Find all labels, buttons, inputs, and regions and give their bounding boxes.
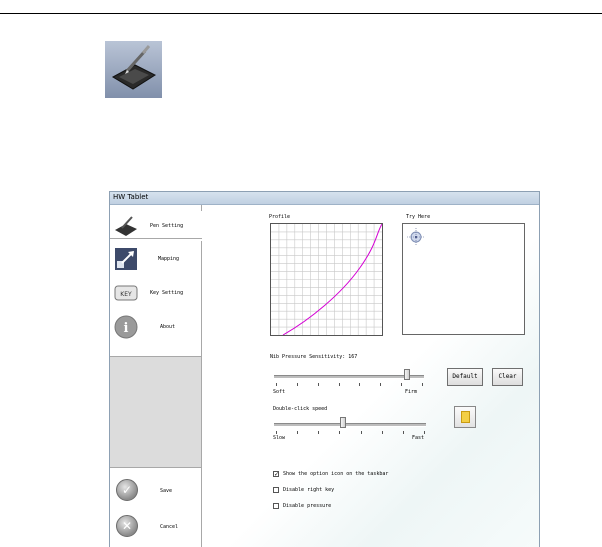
svg-text:i: i xyxy=(124,321,129,336)
tablet-app-icon[interactable] xyxy=(105,41,162,98)
sidebar-item-about[interactable]: i About xyxy=(110,312,202,342)
double-click-max-label: Fast xyxy=(412,435,425,441)
hw-tablet-window: HW Tablet Pen Setting Mapping KEY Key Se… xyxy=(109,191,540,547)
folder-icon xyxy=(461,411,470,423)
window-titlebar: HW Tablet xyxy=(110,192,539,205)
slider-tick xyxy=(276,383,277,386)
slider-tick xyxy=(276,431,277,434)
slider-tick xyxy=(360,431,362,434)
slider-tick xyxy=(422,383,423,386)
double-click-slider-track[interactable] xyxy=(274,423,426,427)
sidebar-item-label: Key Setting xyxy=(150,290,184,296)
slider-tick xyxy=(297,431,299,434)
slider-tick xyxy=(402,431,404,434)
svg-text:KEY: KEY xyxy=(120,291,132,298)
sidebar-divider xyxy=(110,238,202,239)
window-title: HW Tablet xyxy=(113,193,149,201)
checkbox-label: Disable pressure xyxy=(283,503,332,509)
sidebar-item-label: About xyxy=(160,324,176,330)
slider-tick xyxy=(317,383,319,386)
slider-tick xyxy=(359,383,361,386)
default-button[interactable]: Default xyxy=(447,368,483,386)
pressure-sensitivity-label: Nib Pressure Sensitivity: 167 xyxy=(270,354,358,360)
clear-button[interactable]: Clear xyxy=(492,368,523,386)
sidebar-empty-panel xyxy=(110,356,201,468)
slider-tick xyxy=(338,383,340,386)
key-icon: KEY xyxy=(114,281,138,305)
mapping-icon xyxy=(114,247,138,271)
pressure-profile-graph xyxy=(270,223,383,336)
cancel-button[interactable]: ✕ Cancel xyxy=(116,515,208,539)
slider-tick xyxy=(296,383,298,386)
checkbox-box[interactable] xyxy=(273,503,279,509)
sidebar: Pen Setting Mapping KEY Key Setting i Ab… xyxy=(110,205,204,547)
profile-label: Profile xyxy=(269,214,291,220)
pressure-min-label: Soft xyxy=(273,389,286,395)
profile-grid xyxy=(271,224,382,335)
show-taskbar-icon-checkbox[interactable]: ✓ Show the option icon on the taskbar xyxy=(273,471,453,479)
slider-tick xyxy=(401,383,403,386)
double-click-slider-thumb[interactable] xyxy=(339,417,346,428)
top-divider xyxy=(0,13,602,14)
slider-tick xyxy=(381,431,383,434)
save-label: Save xyxy=(160,488,173,494)
sidebar-item-key-setting[interactable]: KEY Key Setting xyxy=(110,278,202,308)
pressure-slider-track[interactable] xyxy=(274,375,424,379)
crosshair-cursor-icon xyxy=(407,228,425,246)
folder-button[interactable] xyxy=(454,406,476,428)
checkbox-label: Disable right key xyxy=(283,487,335,493)
try-here-area[interactable] xyxy=(402,223,525,335)
slider-tick xyxy=(318,431,320,434)
pressure-max-label: Firm xyxy=(405,389,418,395)
slider-tick xyxy=(424,431,425,434)
pen-tablet-icon xyxy=(114,214,138,238)
disable-right-key-checkbox[interactable]: Disable right key xyxy=(273,487,453,495)
sidebar-item-label: Mapping xyxy=(158,256,180,262)
double-click-speed-label: Double-click speed xyxy=(273,406,328,412)
slider-tick xyxy=(339,431,341,434)
checkbox-label: Show the option icon on the taskbar xyxy=(283,471,389,477)
cancel-label: Cancel xyxy=(160,524,179,530)
slider-tick xyxy=(380,383,382,386)
checkmark-icon: ✓ xyxy=(116,479,138,501)
close-icon: ✕ xyxy=(116,515,138,537)
disable-pressure-checkbox[interactable]: Disable pressure xyxy=(273,503,453,511)
double-click-min-label: Slow xyxy=(273,435,286,441)
sidebar-item-label: Pen Setting xyxy=(150,223,184,229)
checkbox-box[interactable] xyxy=(273,487,279,493)
info-icon: i xyxy=(114,315,138,339)
checkbox-box[interactable]: ✓ xyxy=(273,471,279,478)
sidebar-item-pen-setting[interactable]: Pen Setting xyxy=(110,211,204,241)
sidebar-item-mapping[interactable]: Mapping xyxy=(110,244,202,274)
pressure-slider-thumb[interactable] xyxy=(404,369,411,380)
try-here-label: Try Here xyxy=(406,214,431,220)
save-button[interactable]: ✓ Save xyxy=(116,479,208,503)
